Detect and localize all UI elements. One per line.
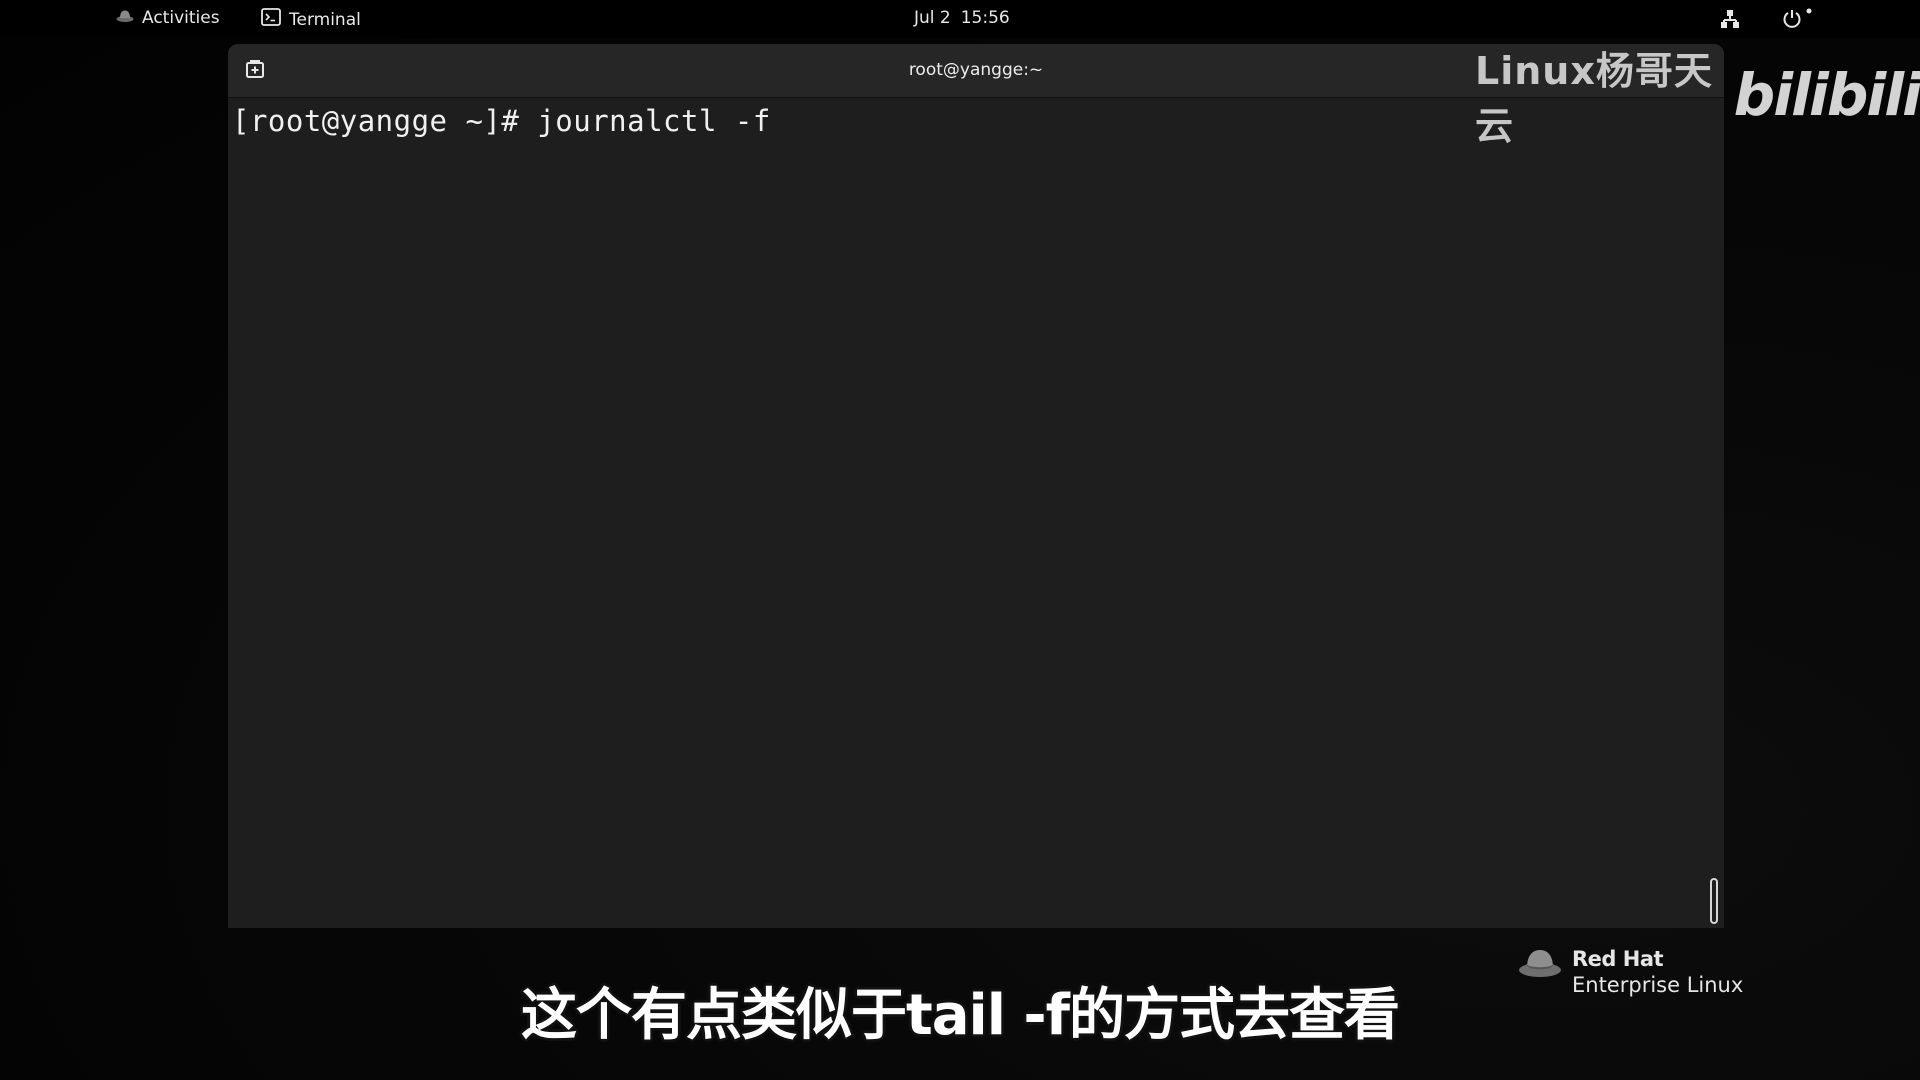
video-subtitle: 这个有点类似于tail -f的方式去查看: [520, 983, 1400, 1048]
redhat-brand: Red Hat: [1572, 947, 1664, 971]
terminal-window[interactable]: root@yangge:~ [root@yangge ~]# journalct…: [228, 44, 1724, 928]
clock-date: Jul 2: [914, 8, 951, 28]
redhat-icon: [116, 8, 134, 28]
top-bar: Activities Terminal Jul 2 15:56: [0, 0, 1920, 38]
app-menu-button[interactable]: Terminal: [261, 8, 361, 31]
scrollbar-thumb[interactable]: [1710, 878, 1718, 924]
network-icon[interactable]: [1720, 9, 1740, 34]
power-icon[interactable]: [1782, 8, 1812, 35]
activities-label: Activities: [142, 8, 220, 28]
activities-button[interactable]: Activities: [116, 8, 220, 28]
terminal-icon: [261, 8, 281, 31]
watermark-text: Linux杨哥天云: [1475, 49, 1713, 148]
clock-button[interactable]: Jul 2 15:56: [914, 8, 1010, 28]
clock-time: 15:56: [960, 8, 1010, 28]
app-label: Terminal: [289, 9, 361, 30]
terminal-output[interactable]: [root@yangge ~]# journalctl -f: [232, 104, 771, 138]
bilibili-logo: bilibili: [1733, 61, 1920, 129]
channel-watermark: Linux杨哥天云 bilibili: [1475, 40, 1920, 150]
